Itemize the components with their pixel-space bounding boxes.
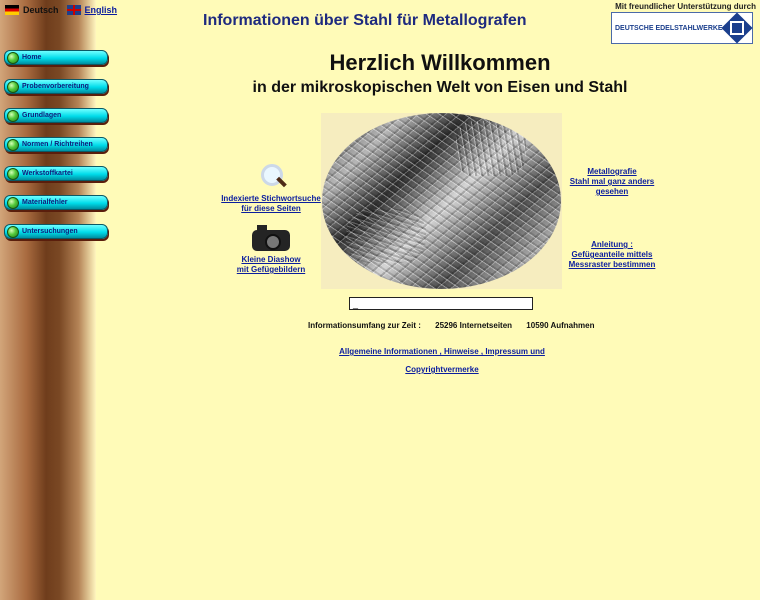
welcome-subtitle: in der mikroskopischen Welt von Eisen un…: [252, 79, 628, 96]
microstructure-image: [322, 113, 561, 289]
sidebar-item-probenvorbereitung[interactable]: Probenvorbereitung: [4, 79, 108, 94]
sidebar-item-label: Materialfehler: [22, 199, 68, 206]
microstructure-image-frame: [321, 113, 562, 289]
nav-bullet-icon: [7, 80, 19, 93]
nav-bullet-icon: [7, 109, 19, 122]
nav-bullet-icon: [7, 196, 19, 209]
sponsor-logo[interactable]: DEUTSCHE EDELSTAHLWERKE: [611, 12, 753, 44]
sponsor-logo-text: DEUTSCHE EDELSTAHLWERKE: [615, 24, 723, 32]
nav-bullet-icon: [7, 138, 19, 151]
sidebar-item-materialfehler[interactable]: Materialfehler: [4, 195, 108, 210]
language-switcher: Deutsch English: [5, 5, 117, 15]
slideshow-label-2[interactable]: mit Gefügebildern: [221, 265, 321, 275]
sponsor-text: Mit freundlicher Unterstützung durch: [615, 2, 756, 11]
language-de-link[interactable]: Deutsch: [23, 5, 59, 15]
german-flag-icon[interactable]: [5, 5, 19, 15]
general-info-link[interactable]: Allgemeine Informationen , Hinweise , Im…: [339, 347, 545, 374]
nav-bullet-icon: [7, 167, 19, 180]
stats-label: Informationsumfang zur Zeit :: [308, 321, 421, 330]
keyword-search-label-1[interactable]: Indexierte Stichwortsuche: [221, 194, 321, 204]
keyword-search-label-2[interactable]: für diese Seiten: [221, 204, 321, 214]
sidebar-item-home[interactable]: Home: [4, 50, 108, 65]
site-title: Informationen über Stahl für Metallograf…: [203, 12, 527, 29]
content-stats: Informationsumfang zur Zeit : 25296 Inte…: [308, 321, 594, 330]
slideshow-label-1[interactable]: Kleine Diashow: [221, 255, 321, 265]
sidebar-item-werkstoffkartei[interactable]: Werkstoffkartei: [4, 166, 108, 181]
sidebar-item-label: Normen / Richtreihen: [22, 141, 93, 148]
sidebar-item-label: Untersuchungen: [22, 228, 78, 235]
grid-guide-link[interactable]: Anleitung : Gefügeanteile mittels Messra…: [568, 240, 656, 270]
search-input[interactable]: _: [349, 297, 533, 310]
grid-guide-label-1[interactable]: Anleitung :: [568, 240, 656, 250]
stats-pages: 25296 Internetseiten: [435, 321, 513, 330]
slideshow-link[interactable]: Kleine Diashow mit Gefügebildern: [221, 225, 321, 275]
metallography-label-2[interactable]: Stahl mal ganz anders: [568, 177, 656, 187]
sidebar-nav: Home Probenvorbereitung Grundlagen Norme…: [4, 50, 108, 253]
grid-guide-label-3[interactable]: Messraster bestimmen: [568, 260, 656, 270]
camera-icon[interactable]: [252, 225, 290, 251]
sidebar-item-label: Werkstoffkartei: [22, 170, 73, 177]
sidebar-item-label: Grundlagen: [22, 112, 62, 119]
welcome-title: Herzlich Willkommen: [329, 50, 551, 75]
english-flag-icon[interactable]: [66, 5, 81, 15]
nav-bullet-icon: [7, 51, 19, 64]
sidebar-item-grundlagen[interactable]: Grundlagen: [4, 108, 108, 123]
sidebar-item-normen[interactable]: Normen / Richtreihen: [4, 137, 108, 152]
keyword-search-link[interactable]: Indexierte Stichwortsuche für diese Seit…: [221, 164, 321, 214]
metallography-link[interactable]: Metallografie Stahl mal ganz anders gese…: [568, 167, 656, 197]
footer-links: Allgemeine Informationen , Hinweise , Im…: [304, 341, 580, 377]
sidebar-item-label: Probenvorbereitung: [22, 83, 89, 90]
sponsor-logo-icon: [721, 12, 753, 44]
stats-images: 10590 Aufnahmen: [526, 321, 595, 330]
magnifier-icon[interactable]: [256, 164, 287, 190]
metallography-label-3[interactable]: gesehen: [568, 187, 656, 197]
metallography-label-1[interactable]: Metallografie: [568, 167, 656, 177]
nav-bullet-icon: [7, 225, 19, 238]
sidebar-item-label: Home: [22, 54, 42, 61]
sidebar-item-untersuchungen[interactable]: Untersuchungen: [4, 224, 108, 239]
language-en-link[interactable]: English: [85, 5, 118, 15]
grid-guide-label-2[interactable]: Gefügeanteile mittels: [568, 250, 656, 260]
